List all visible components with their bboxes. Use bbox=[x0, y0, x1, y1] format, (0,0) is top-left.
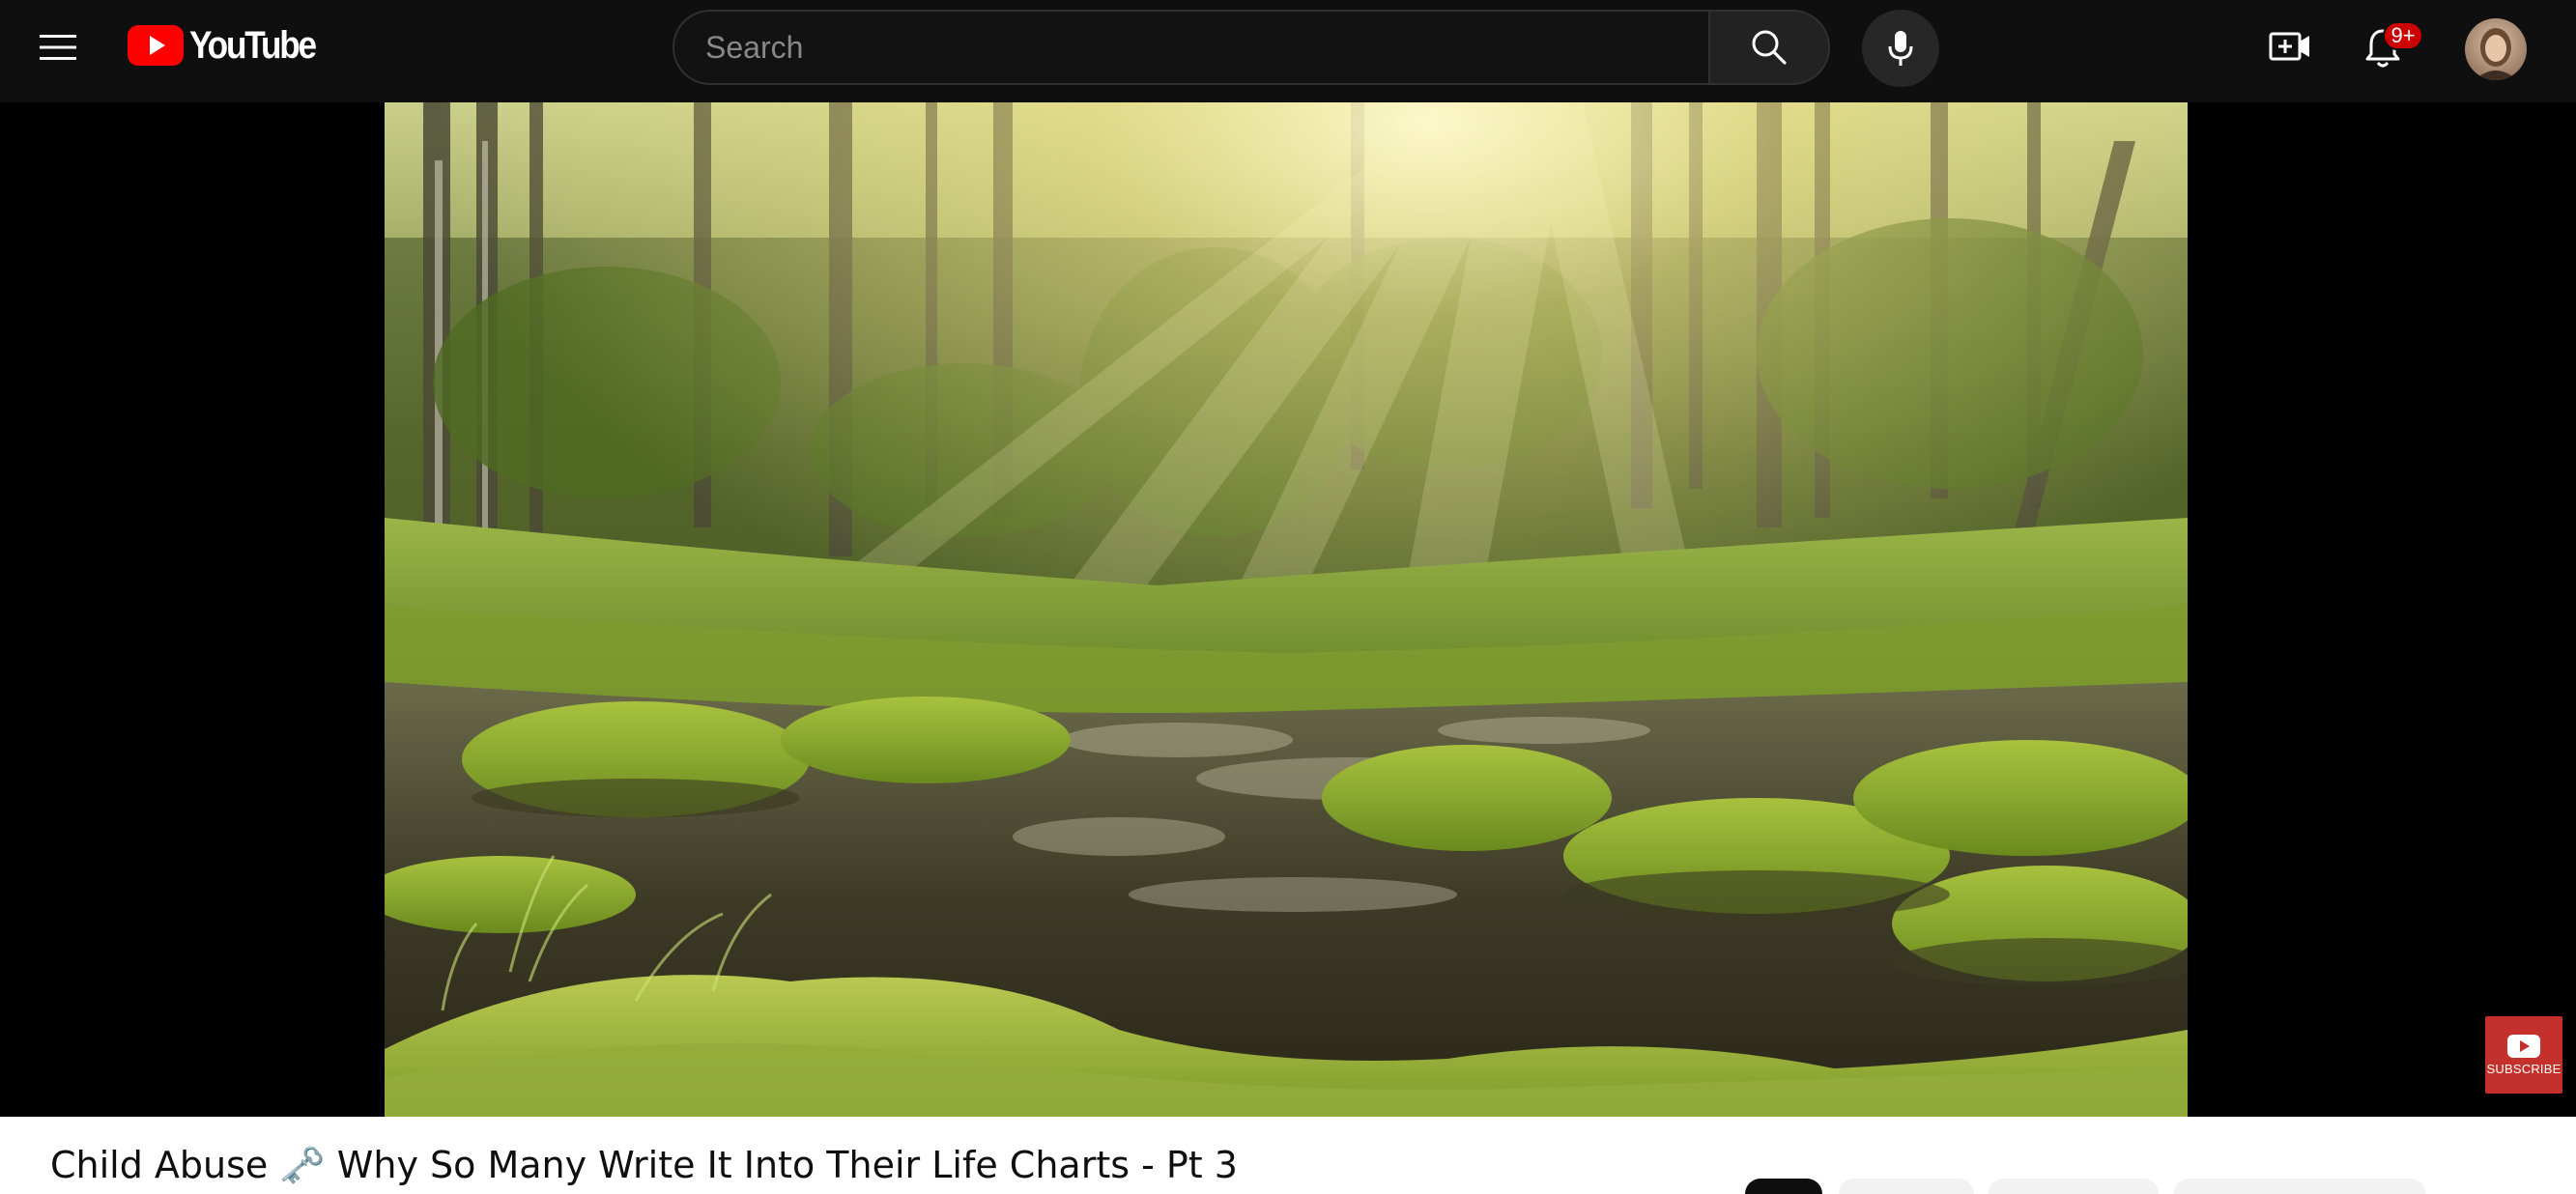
voice-search-button[interactable] bbox=[1862, 10, 1939, 87]
filter-chip-2[interactable] bbox=[1839, 1179, 1974, 1194]
youtube-play-logo-icon bbox=[128, 25, 184, 66]
video-title: Child Abuse 🗝️ Why So Many Write It Into… bbox=[50, 1144, 1238, 1186]
filter-chip-4[interactable] bbox=[2174, 1179, 2425, 1194]
video-player[interactable]: SUBSCRIBE bbox=[0, 102, 2576, 1117]
youtube-play-icon bbox=[2507, 1034, 2540, 1058]
search-button[interactable] bbox=[1708, 10, 1830, 85]
subscribe-watermark-label: SUBSCRIBE bbox=[2486, 1061, 2562, 1076]
account-avatar[interactable] bbox=[2465, 18, 2527, 80]
subscribe-watermark-button[interactable]: SUBSCRIBE bbox=[2485, 1016, 2562, 1094]
video-frame[interactable] bbox=[385, 102, 2188, 1117]
filter-chip-1[interactable] bbox=[1745, 1179, 1822, 1194]
youtube-logo[interactable]: YouTube bbox=[128, 25, 332, 66]
search-icon bbox=[1752, 30, 1787, 65]
notification-count-badge: 9+ bbox=[2383, 21, 2423, 50]
logo-wordmark: YouTube bbox=[189, 24, 317, 67]
create-button[interactable] bbox=[2263, 19, 2317, 73]
create-video-icon bbox=[2269, 32, 2309, 61]
youtube-watch-page: YouTube Search 9+ SUBSCRIBE Child Abuse … bbox=[0, 0, 2576, 1194]
menu-button[interactable] bbox=[25, 21, 91, 73]
search-input[interactable] bbox=[673, 10, 1708, 85]
microphone-icon bbox=[1888, 31, 1913, 66]
filter-chip-3[interactable] bbox=[1989, 1179, 2159, 1194]
top-bar: YouTube Search 9+ bbox=[0, 0, 2576, 102]
hamburger-menu-icon bbox=[40, 35, 76, 60]
forest-stream-video-frame bbox=[385, 102, 2188, 1117]
search-bar bbox=[673, 10, 1830, 85]
video-info: Child Abuse 🗝️ Why So Many Write It Into… bbox=[0, 1117, 2576, 1194]
avatar-image bbox=[2465, 18, 2527, 80]
